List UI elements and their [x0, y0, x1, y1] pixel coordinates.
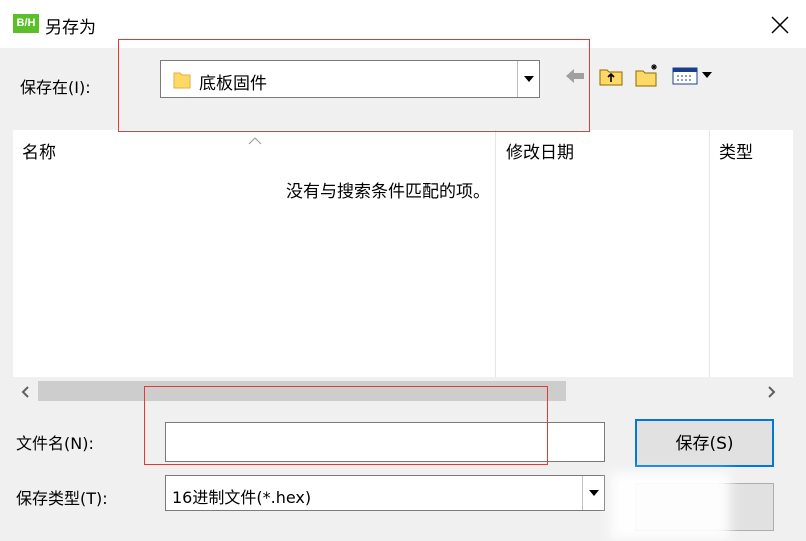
column-header-type[interactable]: 类型 — [719, 138, 753, 163]
close-icon[interactable] — [768, 13, 792, 37]
empty-list-message: 没有与搜索条件匹配的项。 — [286, 182, 490, 202]
highlight-box-filename — [144, 386, 548, 465]
highlight-box-location — [118, 39, 590, 132]
app-icon: B/H — [13, 14, 39, 33]
scroll-right-icon[interactable] — [765, 384, 777, 398]
column-header-modified[interactable]: 修改日期 — [506, 138, 574, 163]
up-folder-icon[interactable] — [598, 64, 624, 88]
filetype-label: 保存类型(T): — [16, 489, 108, 508]
column-divider — [709, 130, 710, 377]
chevron-down-icon[interactable] — [582, 476, 604, 510]
blur-overlay — [610, 472, 730, 540]
window-title: 另存为 — [45, 18, 96, 38]
save-in-label: 保存在(I): — [20, 78, 91, 97]
column-divider — [495, 130, 496, 377]
file-list[interactable] — [13, 130, 793, 377]
filename-label: 文件名(N): — [16, 434, 94, 453]
scroll-left-icon[interactable] — [20, 384, 32, 398]
column-header-name[interactable]: 名称 — [22, 138, 56, 163]
filetype-value: 16进制文件(*.hex) — [172, 488, 312, 507]
new-folder-icon[interactable] — [634, 62, 662, 88]
save-button[interactable]: 保存(S) — [635, 419, 774, 467]
view-menu-icon[interactable] — [671, 66, 717, 86]
filetype-combobox[interactable]: 16进制文件(*.hex) — [165, 475, 605, 511]
